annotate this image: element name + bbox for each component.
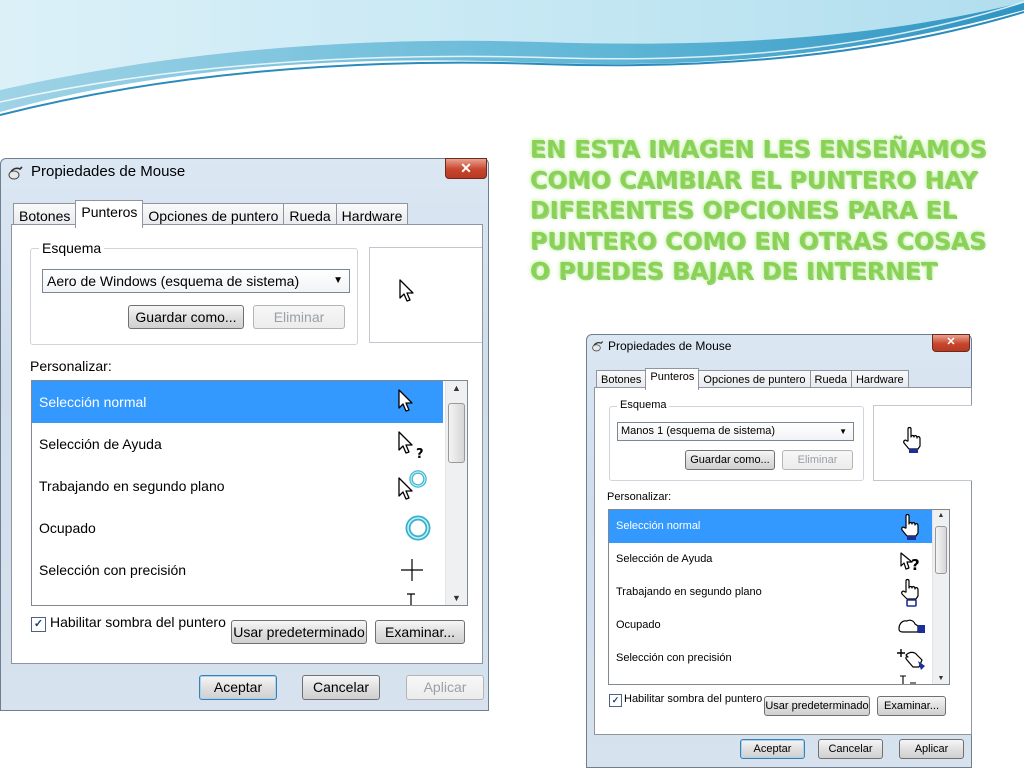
- pointer-list[interactable]: Selección normal Selección de Ayuda ? Tr…: [31, 380, 468, 606]
- mouse-properties-dialog-aero: Propiedades de Mouse ✕ Botones Punteros …: [0, 158, 489, 711]
- scroll-up-icon[interactable]: ▲: [446, 383, 467, 393]
- tab-panel: Esquema Manos 1 (esquema de sistema) ▼ G…: [594, 387, 972, 735]
- list-item[interactable]: Trabajando en segundo plano: [32, 465, 443, 507]
- close-button[interactable]: ✕: [932, 334, 970, 352]
- list-item-label: Selección normal: [616, 520, 701, 532]
- mouse-icon: [591, 339, 605, 352]
- hand-busy-cursor-icon: [897, 617, 927, 635]
- pointer-preview: [873, 405, 972, 481]
- crosshair-icon: [400, 558, 424, 582]
- wave-background: [0, 0, 1024, 116]
- tab-punteros[interactable]: Punteros: [645, 368, 700, 390]
- scroll-thumb[interactable]: [448, 403, 465, 463]
- cancel-button[interactable]: Cancelar: [818, 739, 883, 759]
- arrow-cursor-icon: [397, 388, 415, 414]
- use-default-button[interactable]: Usar predeterminado: [764, 696, 870, 716]
- list-item[interactable]: Selección de Ayuda ?: [32, 423, 443, 465]
- list-item[interactable]: Trabajando en segundo plano: [609, 576, 932, 609]
- list-item[interactable]: Ocupado: [32, 507, 443, 549]
- dropdown-arrow-icon: ▼: [333, 275, 343, 286]
- help-cursor-icon: ?: [397, 430, 427, 460]
- scheme-select[interactable]: Manos 1 (esquema de sistema) ▼: [617, 422, 854, 441]
- close-button[interactable]: ✕: [445, 158, 487, 179]
- list-item[interactable]: Ocupado: [609, 609, 932, 642]
- hand-precision-cursor-icon: [896, 647, 928, 671]
- scroll-thumb[interactable]: [935, 526, 947, 574]
- tab-punteros[interactable]: Punteros: [75, 200, 144, 228]
- cancel-button[interactable]: Cancelar: [302, 675, 380, 700]
- working-cursor-icon: [397, 469, 429, 503]
- list-item-label: Trabajando en segundo plano: [39, 478, 225, 494]
- list-item-label: Selección de Ayuda: [616, 553, 713, 565]
- delete-button[interactable]: Eliminar: [782, 450, 853, 470]
- scheme-value: Aero de Windows (esquema de sistema): [47, 273, 300, 289]
- vertical-scrollbar[interactable]: ▲ ▼: [932, 510, 949, 684]
- list-item-label: Selección con precisión: [616, 652, 732, 664]
- ok-button[interactable]: Aceptar: [740, 739, 805, 759]
- use-default-button[interactable]: Usar predeterminado: [231, 620, 367, 644]
- browse-button[interactable]: Examinar...: [877, 696, 946, 716]
- tab-panel: Esquema Aero de Windows (esquema de sist…: [11, 224, 483, 664]
- dialog-title: Propiedades de Mouse: [608, 339, 732, 353]
- svg-text:?: ?: [911, 556, 920, 573]
- list-item[interactable]: Selección de Ayuda ?: [609, 543, 932, 576]
- dropdown-arrow-icon: ▼: [839, 427, 847, 436]
- scroll-down-icon[interactable]: ▼: [933, 675, 949, 682]
- ok-button[interactable]: Aceptar: [199, 675, 277, 700]
- pointer-list[interactable]: Selección normal Selección de Ayuda ? Tr…: [608, 509, 950, 685]
- text-cursor-icon: [899, 675, 917, 684]
- list-item-label: Selección con precisión: [39, 562, 187, 578]
- pointer-preview: [369, 247, 482, 343]
- arrow-cursor-icon: [398, 278, 416, 304]
- list-item[interactable]: Selección con precisión: [32, 549, 443, 591]
- list-item-label: Selección de Ayuda: [39, 436, 162, 452]
- pointer-shadow-checkbox[interactable]: ✓: [609, 694, 622, 707]
- hand-working-cursor-icon: [899, 578, 921, 608]
- svg-text:?: ?: [416, 447, 424, 460]
- apply-button[interactable]: Aplicar: [899, 739, 964, 759]
- dialog-title: Propiedades de Mouse: [31, 163, 186, 180]
- list-item-label: Ocupado: [39, 520, 96, 536]
- text-cursor-icon: [406, 593, 416, 605]
- list-item[interactable]: Selección normal: [609, 510, 932, 543]
- list-item-label: Trabajando en segundo plano: [616, 586, 762, 598]
- list-item[interactable]: Selección normal: [32, 381, 443, 423]
- scheme-legend: Esquema: [617, 399, 670, 411]
- delete-button[interactable]: Eliminar: [253, 305, 345, 329]
- save-as-button[interactable]: Guardar como...: [128, 305, 244, 329]
- scheme-select[interactable]: Aero de Windows (esquema de sistema) ▼: [42, 269, 350, 293]
- hand-help-cursor-icon: ?: [899, 551, 925, 573]
- list-item[interactable]: Selección con precisión: [609, 642, 932, 675]
- customize-label: Personalizar:: [30, 358, 112, 374]
- pointer-shadow-checkbox[interactable]: ✓: [31, 617, 46, 632]
- scroll-up-icon[interactable]: ▲: [933, 512, 949, 519]
- hand-cursor-icon: [901, 426, 923, 454]
- scheme-group: [30, 248, 358, 345]
- browse-button[interactable]: Examinar...: [375, 620, 465, 644]
- apply-button[interactable]: Aplicar: [406, 675, 484, 700]
- customize-label: Personalizar:: [607, 491, 672, 503]
- pointer-shadow-label: Habilitar sombra del puntero: [50, 614, 226, 630]
- list-item-label: Ocupado: [616, 619, 661, 631]
- scroll-down-icon[interactable]: ▼: [446, 593, 467, 603]
- slide-headline: EN ESTA IMAGEN LES ENSEÑAMOS COMO CAMBIA…: [530, 135, 987, 286]
- scheme-legend: Esquema: [39, 240, 105, 256]
- pointer-shadow-label: Habilitar sombra del puntero: [624, 693, 763, 705]
- vertical-scrollbar[interactable]: ▲ ▼: [445, 381, 467, 605]
- mouse-icon: [7, 164, 25, 180]
- scheme-value: Manos 1 (esquema de sistema): [621, 425, 776, 437]
- save-as-button[interactable]: Guardar como...: [685, 450, 775, 470]
- mouse-properties-dialog-hands: Propiedades de Mouse ✕ Botones Punteros …: [586, 334, 972, 768]
- hand-cursor-icon: [899, 513, 921, 541]
- list-item-label: Selección normal: [39, 394, 147, 410]
- busy-ring-icon: [404, 514, 432, 542]
